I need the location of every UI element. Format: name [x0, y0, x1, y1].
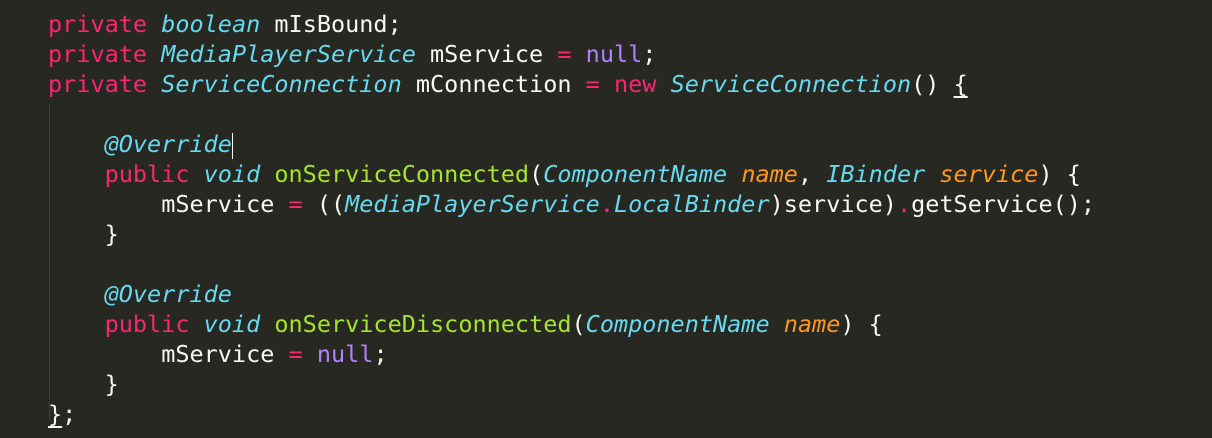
comma: , [797, 160, 827, 188]
type-name: boolean [161, 10, 261, 38]
operator: = [585, 70, 600, 98]
closing-brace: } [104, 220, 119, 248]
operator: = [557, 40, 572, 68]
identifier: mService [161, 340, 289, 368]
identifier: mService [415, 40, 558, 68]
code-line-9[interactable] [48, 249, 1212, 279]
identifier: mIsBound; [260, 10, 402, 38]
param-type: ComponentName [585, 310, 770, 338]
matched-brace: { [953, 70, 968, 98]
code-line-8[interactable]: } [48, 219, 1212, 249]
code-line-11[interactable]: public void onServiceDisconnected(Compon… [48, 309, 1212, 339]
code-line-4[interactable] [48, 99, 1212, 129]
dot-operator: . [599, 190, 614, 218]
type-name: MediaPlayerService [161, 40, 416, 68]
matched-brace: } [48, 400, 63, 428]
method-name: onServiceDisconnected [274, 310, 572, 338]
code-line-5[interactable]: @Override [48, 129, 1212, 159]
code-editor[interactable]: private boolean mIsBound; private MediaP… [0, 0, 1212, 438]
keyword: private [48, 40, 148, 68]
type-name: void [203, 160, 261, 188]
type-name: ServiceConnection [161, 70, 402, 98]
type-name: void [203, 310, 261, 338]
param-type: ComponentName [543, 160, 728, 188]
code-line-13[interactable]: } [48, 369, 1212, 399]
method-name: onServiceConnected [274, 160, 530, 188]
parens: () [911, 70, 954, 98]
code-line-7[interactable]: mService = ((MediaPlayerService.LocalBin… [48, 189, 1212, 219]
paren: ( [571, 310, 586, 338]
code-line-6[interactable]: public void onServiceConnected(Component… [48, 159, 1212, 189]
annotation: @Override [104, 130, 232, 158]
code-line-12[interactable]: mService = null; [48, 339, 1212, 369]
null-literal: null [585, 40, 643, 68]
code-line-10[interactable]: @Override [48, 279, 1212, 309]
method-call: getService(); [911, 190, 1096, 218]
keyword: public [104, 310, 190, 338]
keyword: public [104, 160, 190, 188]
code-line-2[interactable]: private MediaPlayerService mService = nu… [48, 39, 1212, 69]
annotation: @Override [104, 280, 232, 308]
semicolon: ; [642, 40, 657, 68]
new-keyword: new [613, 70, 657, 98]
param-type: IBinder [826, 160, 926, 188]
null-literal: null [316, 340, 374, 368]
paren: ( [529, 160, 544, 188]
type-name: LocalBinder [613, 190, 770, 218]
param-name: name [741, 160, 798, 188]
keyword: private [48, 10, 148, 38]
code-line-3[interactable]: private ServiceConnection mConnection = … [48, 69, 1212, 99]
code-line-14[interactable]: }; [48, 399, 1212, 429]
semicolon: ; [62, 400, 77, 428]
identifier: mConnection [401, 70, 586, 98]
identifier: mService [161, 190, 289, 218]
closing-brace: } [104, 370, 119, 398]
text-cursor [231, 132, 233, 159]
operator: = [288, 340, 303, 368]
paren: (( [302, 190, 346, 218]
operator: = [288, 190, 303, 218]
type-name: ServiceConnection [670, 70, 912, 98]
param-name: name [783, 310, 841, 338]
dot-operator: . [896, 190, 912, 218]
paren-brace: ) { [1038, 160, 1081, 188]
code-line-1[interactable]: private boolean mIsBound; [48, 9, 1212, 39]
param-name: service [939, 160, 1039, 188]
keyword: private [48, 70, 148, 98]
paren-brace: ) { [840, 310, 883, 338]
type-name: MediaPlayerService [345, 190, 600, 218]
cast-expression: )service) [769, 190, 897, 218]
semicolon: ; [373, 340, 388, 368]
